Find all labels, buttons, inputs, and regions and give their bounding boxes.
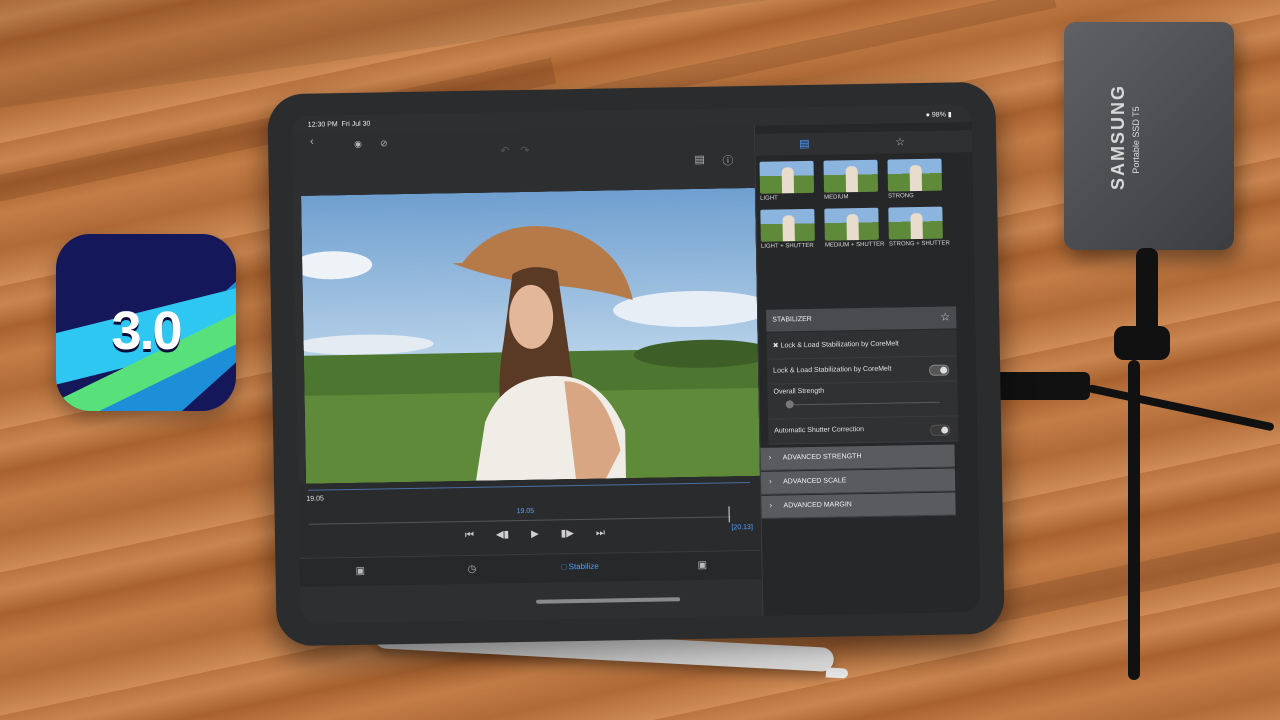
tab-stabilize[interactable]: □ Stabilize — [561, 562, 598, 572]
help-icon[interactable]: ⓘ — [722, 152, 733, 168]
stabilizer-header: STABILIZER ☆ — [766, 306, 957, 332]
usb-cable — [990, 372, 1090, 400]
strength-label: Overall Strength — [773, 387, 825, 396]
undo-icon[interactable]: ↶ — [500, 144, 509, 157]
inspector-panel: ▤ ☆ LIGHT MEDIUM STRONG LIGHT + SHUTTER … — [753, 122, 981, 616]
timeline[interactable]: 19.05 19.05 [20.13] ⏮ ◀▮ ▶ ▮▶ ⏭ — [298, 475, 762, 558]
home-indicator — [536, 597, 681, 604]
section-label: ADVANCED MARGIN — [783, 501, 852, 510]
speed-icon[interactable]: ◷ — [467, 564, 476, 575]
ssd-label: SAMSUNG Portable SSD T5 — [1108, 83, 1228, 190]
strength-slider-track[interactable] — [787, 401, 940, 406]
play-icon[interactable]: ▶ — [531, 528, 539, 542]
status-time: 12:30 PM Fri Jul 30 — [307, 120, 371, 129]
preset-label: STRONG + SHUTTER — [888, 240, 950, 248]
timeline-start-time: 19.05 — [306, 495, 324, 503]
preset-thumbnail — [759, 160, 815, 194]
timeline-track — [308, 516, 731, 525]
strength-slider-knob[interactable] — [785, 400, 794, 409]
preset-label: MEDIUM + SHUTTER — [824, 241, 885, 249]
preset-tile[interactable]: LIGHT + SHUTTER — [760, 208, 819, 254]
advanced-scale-section[interactable]: › ADVANCED SCALE — [760, 468, 956, 495]
chevron-right-icon: › — [768, 452, 772, 462]
preset-tile[interactable]: MEDIUM — [823, 159, 882, 205]
stabilizer-title: STABILIZER — [772, 315, 812, 324]
preset-thumbnail — [823, 159, 879, 193]
preset-tile[interactable]: LIGHT — [759, 160, 818, 206]
step-forward-icon[interactable]: ▮▶ — [561, 527, 574, 541]
preview-frame — [301, 187, 760, 484]
redo-icon[interactable]: ↷ — [520, 144, 529, 157]
advanced-strength-section[interactable]: › ADVANCED STRENGTH — [760, 444, 955, 471]
preset-thumbnail — [824, 207, 879, 241]
section-label: ADVANCED SCALE — [783, 477, 847, 486]
preset-thumbnail — [887, 158, 943, 192]
tab-presets-folder-icon[interactable]: ▤ — [799, 137, 810, 150]
ipad-device: 12:30 PM Fri Jul 30 ● 98% ▮ ‹ ◉ ⊘ ↶ ↷ ▤ … — [267, 81, 1005, 647]
split-icon[interactable]: ▣ — [355, 566, 365, 577]
usb-cable — [1114, 326, 1170, 360]
preset-grid: LIGHT MEDIUM STRONG LIGHT + SHUTTER MEDI… — [759, 158, 950, 254]
editor-toolbar: ‹ ◉ ⊘ ↶ ↷ ▤ ⓘ — [291, 125, 755, 194]
preset-tile[interactable]: STRONG — [887, 158, 946, 204]
transport-controls: ⏮ ◀▮ ▶ ▮▶ ⏭ — [465, 527, 605, 543]
chevron-right-icon: › — [768, 476, 772, 486]
timeline-end-time: [20.13] — [731, 523, 753, 532]
video-preview[interactable] — [301, 187, 760, 484]
preset-label: MEDIUM — [824, 194, 849, 201]
usb-cable — [1087, 384, 1275, 432]
toggle-label: Lock & Load Stabilization by CoreMelt — [773, 365, 892, 375]
skip-to-start-icon[interactable]: ⏮ — [465, 529, 474, 543]
shutter-label: Automatic Shutter Correction — [774, 426, 865, 435]
preset-label: LIGHT — [760, 195, 778, 202]
shutter-row: Automatic Shutter Correction — [767, 416, 959, 445]
playhead-marker[interactable] — [728, 506, 730, 523]
playhead-time: 19.05 — [516, 507, 535, 516]
notes-icon[interactable]: ▤ — [694, 153, 705, 166]
app-icon: 3.0 — [56, 234, 236, 411]
favorite-star-icon[interactable]: ☆ — [940, 311, 950, 324]
plugin-row[interactable]: ✖ Lock & Load Stabilization by CoreMelt — [766, 329, 957, 360]
battery-indicator: ● 98% ▮ — [925, 111, 952, 119]
advanced-margin-section[interactable]: › ADVANCED MARGIN — [761, 492, 956, 519]
preset-tile[interactable]: MEDIUM + SHUTTER — [824, 207, 885, 253]
ipad-screen: 12:30 PM Fri Jul 30 ● 98% ▮ ‹ ◉ ⊘ ↶ ↷ ▤ … — [291, 104, 981, 624]
preset-label: STRONG — [888, 193, 914, 200]
pencil-tip — [825, 667, 849, 679]
preset-thumbnail — [888, 206, 943, 240]
ssd-brand: SAMSUNG — [1108, 83, 1128, 190]
chevron-right-icon: › — [769, 500, 773, 510]
app-version-label: 3.0 — [111, 301, 182, 361]
tab-favorites-star-icon[interactable]: ☆ — [895, 135, 905, 148]
strength-row: Overall Strength — [767, 381, 958, 420]
preset-label: LIGHT + SHUTTER — [760, 242, 814, 250]
stabilization-toggle-row: Lock & Load Stabilization by CoreMelt — [766, 356, 958, 385]
ssd-model: Portable SSD T5 — [1131, 106, 1141, 174]
transform-icon[interactable]: ▣ — [697, 560, 707, 571]
preset-tile[interactable]: STRONG + SHUTTER — [888, 206, 950, 252]
step-back-icon[interactable]: ◀▮ — [496, 528, 509, 542]
stabilization-toggle[interactable] — [929, 364, 950, 376]
panel-tabs: ▤ ☆ — [755, 130, 974, 156]
view-eye-icon[interactable]: ◉ — [354, 139, 362, 150]
back-chevron-icon[interactable]: ‹ — [310, 136, 314, 148]
skip-to-end-icon[interactable]: ⏭ — [596, 527, 605, 541]
shutter-toggle[interactable] — [930, 424, 951, 436]
usb-cable — [1128, 360, 1140, 680]
plugin-label: ✖ Lock & Load Stabilization by CoreMelt — [772, 340, 899, 350]
hide-eye-icon[interactable]: ⊘ — [380, 138, 388, 149]
preset-thumbnail — [760, 208, 815, 242]
usb-cable — [1136, 248, 1158, 338]
timeline-ruler — [308, 482, 751, 491]
section-label: ADVANCED STRENGTH — [782, 453, 862, 462]
